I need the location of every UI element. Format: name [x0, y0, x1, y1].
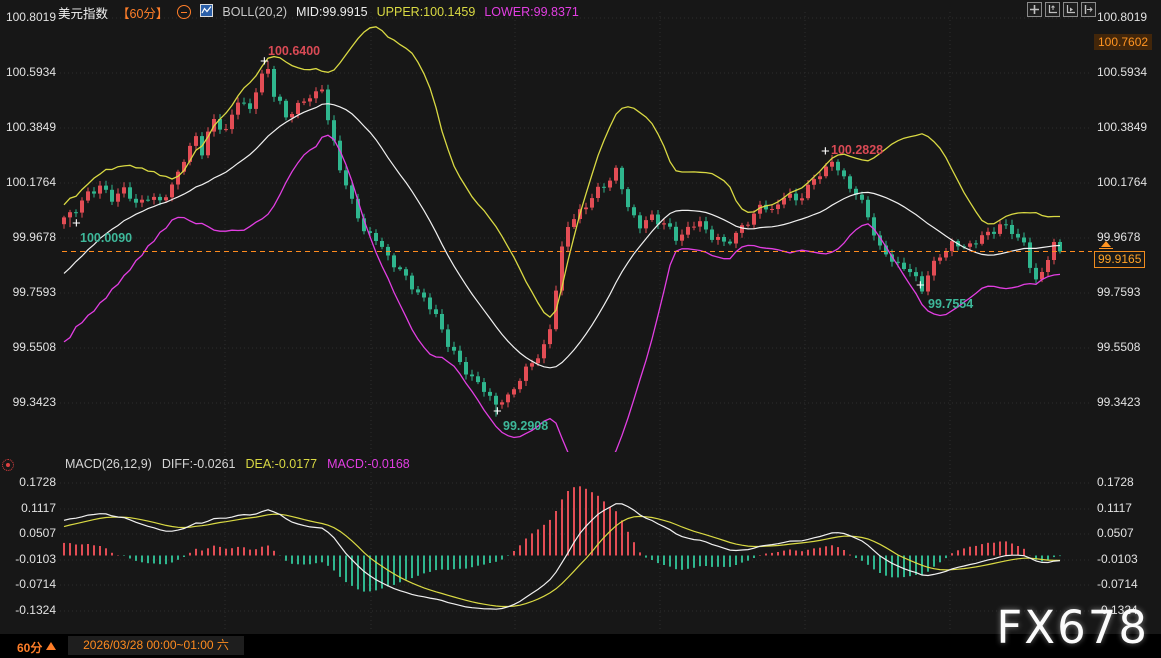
period-label[interactable]: 【60分】 — [117, 3, 168, 22]
macd-macd-value: MACD:-0.0168 — [327, 457, 410, 471]
chart-toolbar — [1027, 2, 1096, 17]
watermark: FX678 — [996, 601, 1149, 654]
boll-lower-value: LOWER:99.8371 — [484, 5, 579, 19]
boll-label: BOLL(20,2) — [222, 5, 287, 19]
header-bar: 美元指数 【60分】 BOLL(20,2) MID:99.9915 UPPER:… — [58, 4, 579, 20]
period-up-arrow-icon[interactable] — [46, 642, 56, 650]
macd-crosshair-icon[interactable] — [2, 459, 14, 471]
pan-icon[interactable] — [1027, 2, 1042, 17]
scale-right-icon[interactable] — [1063, 2, 1078, 17]
scale-left-icon[interactable] — [1045, 2, 1060, 17]
boll-upper-value: UPPER:100.1459 — [377, 5, 476, 19]
macd-title: MACD(26,12,9) — [65, 457, 152, 471]
macd-header: MACD(26,12,9) DIFF:-0.0261 DEA:-0.0177 M… — [65, 457, 410, 471]
session-high-badge: 100.7602 — [1094, 34, 1152, 50]
macd-diff-value: DIFF:-0.0261 — [162, 457, 236, 471]
chart-canvas[interactable] — [0, 0, 1161, 658]
symbol-title: 美元指数 — [58, 3, 108, 22]
price-up-arrow-icon — [1101, 241, 1111, 247]
goto-latest-icon[interactable] — [1081, 2, 1096, 17]
price-up-arrow-base — [1099, 248, 1113, 249]
current-price-badge: 99.9165 — [1094, 251, 1145, 268]
boll-mid-value: MID:99.9915 — [296, 5, 368, 19]
timeframe-label[interactable]: 60分 — [17, 639, 42, 656]
macd-dea-value: DEA:-0.0177 — [245, 457, 317, 471]
chart-app: 100.8019100.8019100.5934100.5934100.3849… — [0, 0, 1161, 658]
bottom-bar: 60分 2026/03/28 00:00~01:00 六 — [0, 634, 1161, 658]
collapse-minus-icon[interactable] — [177, 5, 191, 19]
candle-datetime-box: 2026/03/28 00:00~01:00 六 — [68, 636, 244, 655]
kline-icon — [200, 4, 213, 20]
